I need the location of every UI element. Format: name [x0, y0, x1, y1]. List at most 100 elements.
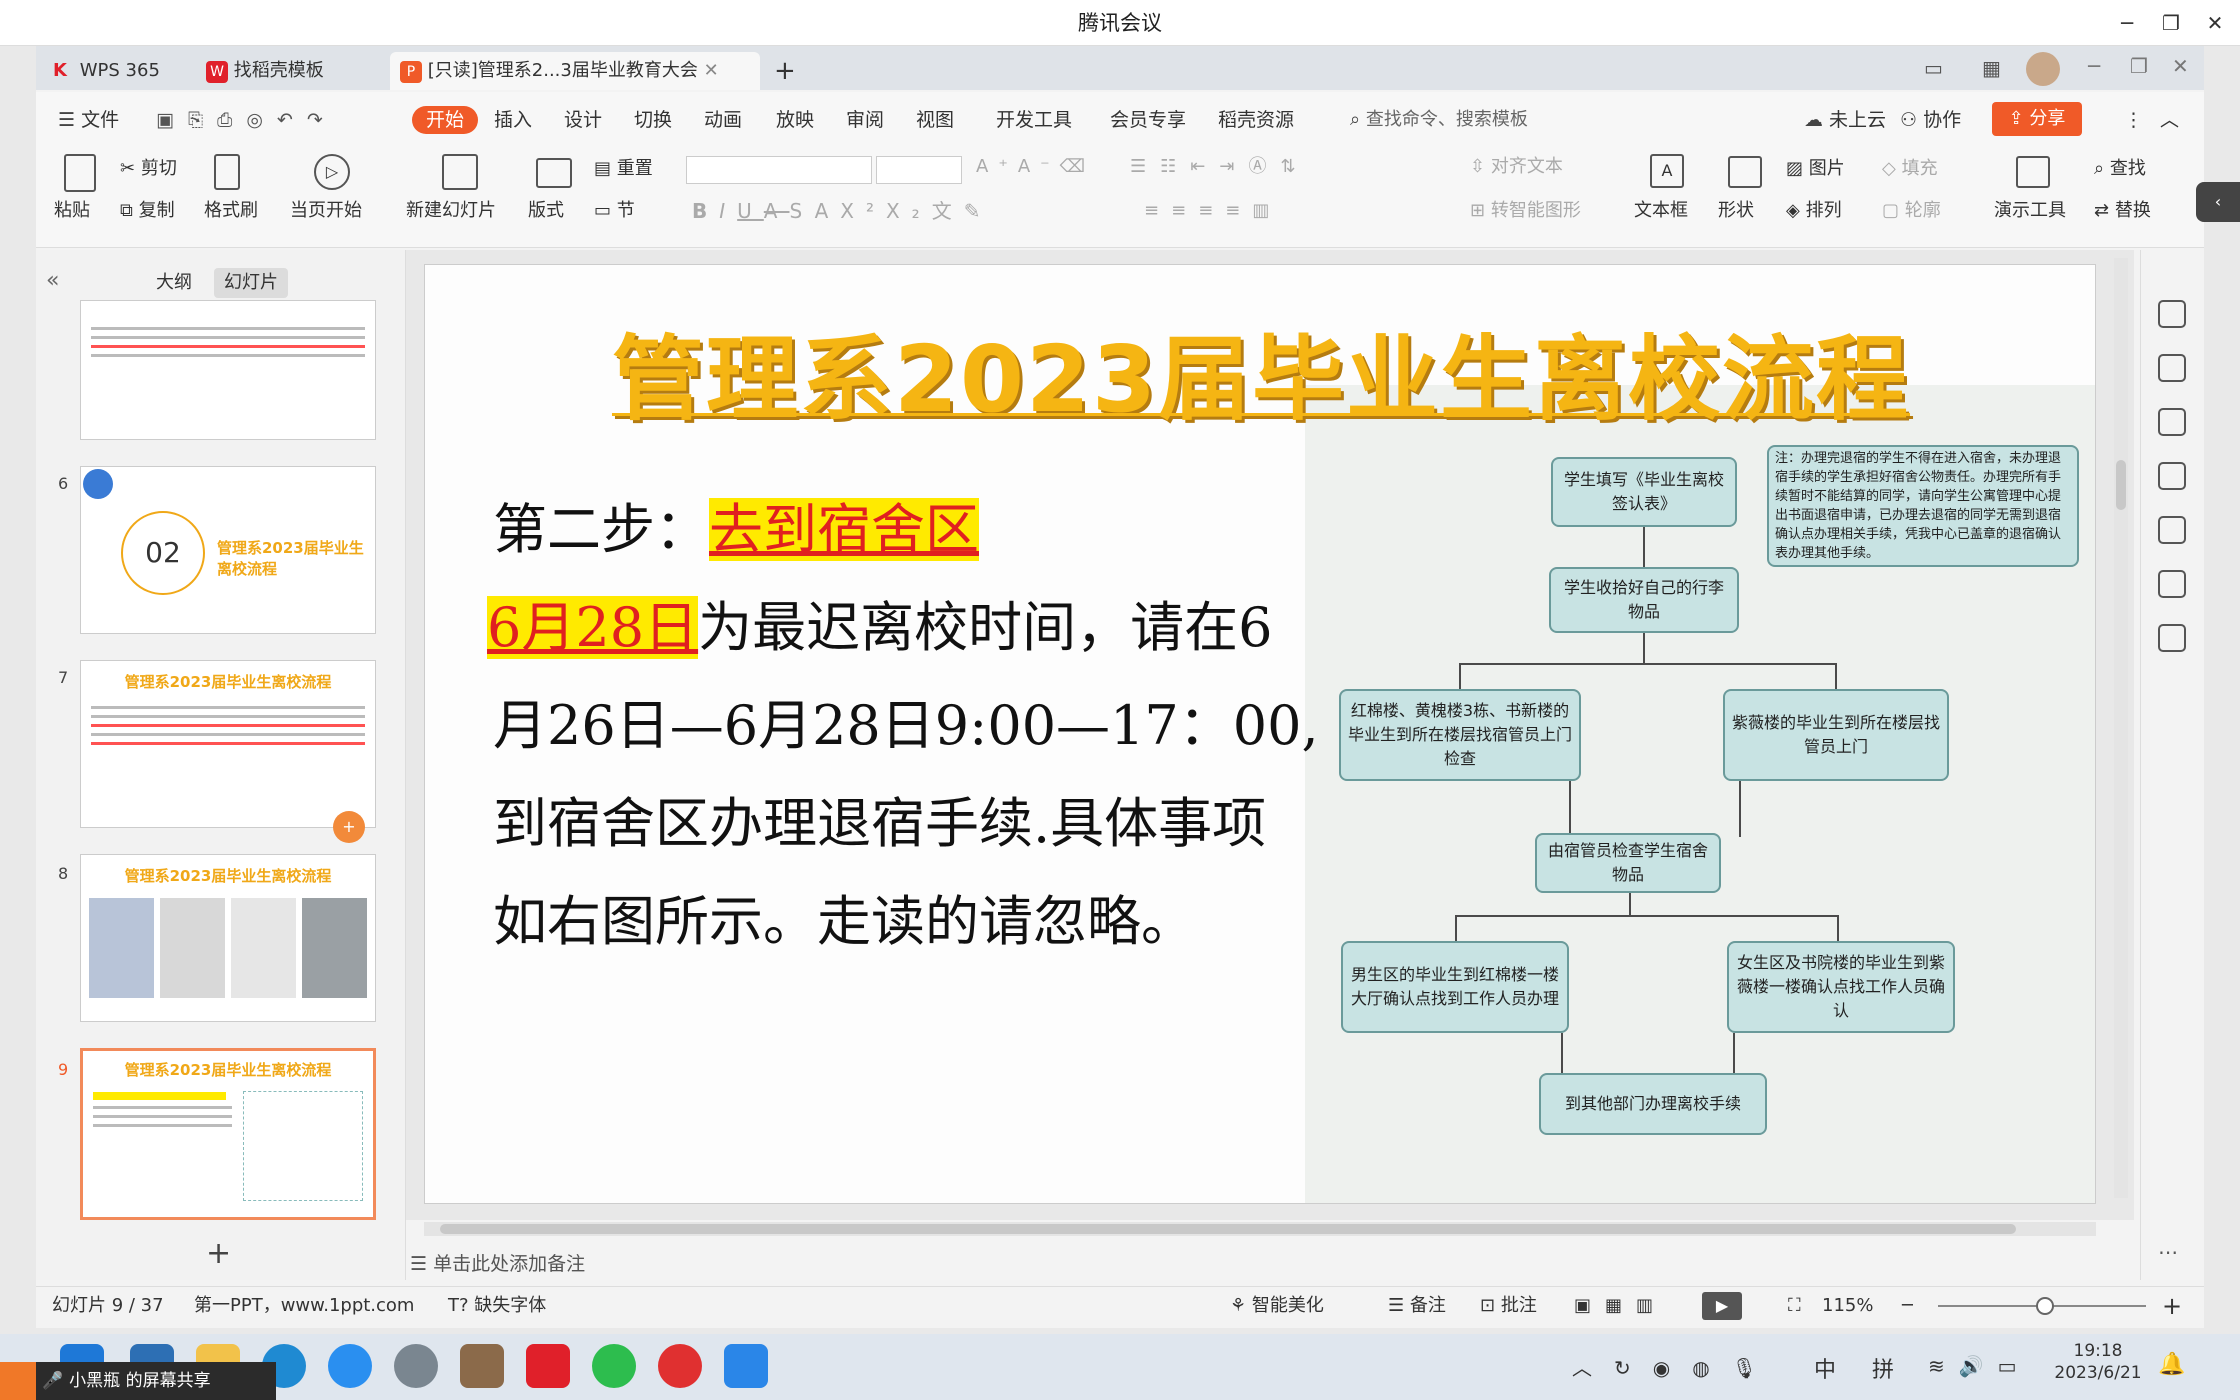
flow-node-fill-form[interactable]: 学生填写《毕业生离校签认表》	[1551, 457, 1737, 527]
sorter-view-icon[interactable]: ▦	[1605, 1295, 1636, 1316]
vertical-scrollbar[interactable]	[2114, 258, 2128, 1198]
side-collapse-icon[interactable]: ‹	[2196, 182, 2240, 222]
tab-docer-template[interactable]: W 找稻壳模板	[206, 52, 376, 90]
flow-node-inspect[interactable]: 由宿管员检查学生宿舍物品	[1535, 833, 1721, 893]
share-button[interactable]: ⇪ 分享	[1992, 102, 2082, 136]
flow-node-female-confirm[interactable]: 女生区及书院楼的毕业生到紫薇楼一楼确认点找工作人员确认	[1727, 941, 1955, 1033]
numbering-icon[interactable]: ☷	[1160, 156, 1190, 177]
more-options-icon[interactable]: ⋯	[2158, 1240, 2178, 1264]
present-tools-button[interactable]: 演示工具	[1994, 198, 2066, 224]
eraser-icon[interactable]: ⌫	[1060, 156, 1095, 177]
comment-toggle[interactable]: ⊡ 批注	[1480, 1292, 1537, 1320]
tab-design[interactable]: 设计	[564, 106, 602, 134]
book-icon[interactable]	[2158, 624, 2186, 652]
zoom-out-icon[interactable]: ─	[1902, 1292, 1913, 1320]
phonetic-icon[interactable]: 文	[932, 199, 964, 223]
smart-beautify-button[interactable]: ⚘ 智能美化	[1230, 1292, 1324, 1320]
avatar[interactable]	[2026, 52, 2060, 86]
slide-thumb-7[interactable]: 管理系2023届毕业生离校流程 +	[80, 660, 376, 843]
align-left-icon[interactable]: ≡	[1144, 200, 1171, 221]
body-line-4[interactable]: 如右图所示。走读的请忽略。	[493, 877, 1195, 956]
print-icon[interactable]: ⎙	[217, 109, 246, 131]
export-icon[interactable]: ⎘	[188, 109, 217, 131]
section-button[interactable]: ▭ 节	[594, 198, 635, 224]
align-center-icon[interactable]: ≡	[1171, 200, 1198, 221]
restore-button[interactable]: ❐	[2148, 0, 2194, 46]
hscroll-thumb[interactable]	[440, 1224, 2016, 1234]
system-tray[interactable]: ︿↻◉◍🎙	[1572, 1352, 1779, 1381]
screen-share-indicator[interactable]: 🎤 小黑瓶 的屏幕共享	[0, 1362, 276, 1400]
flow-node-final[interactable]: 到其他部门办理离校手续	[1539, 1073, 1767, 1135]
reset-button[interactable]: ▤ 重置	[594, 156, 653, 182]
tab-switch[interactable]: 切换	[634, 106, 672, 134]
tab-view[interactable]: 视图	[916, 106, 954, 134]
cut-button[interactable]: ✂ 剪切	[120, 156, 177, 182]
slide-title[interactable]: 管理系2023届毕业生离校流程	[425, 305, 2095, 438]
tab-document[interactable]: P [只读]管理系2...3届毕业教育大会 ✕	[390, 52, 760, 90]
add-slide-button[interactable]: +	[206, 1236, 231, 1271]
ime-chinese[interactable]: 中	[1814, 1352, 1836, 1384]
cloud-status[interactable]: ☁ 未上云	[1804, 106, 1886, 134]
tray-chevron-icon[interactable]: ︿	[1572, 1356, 1614, 1380]
tab-animation[interactable]: 动画	[704, 106, 742, 134]
notes-area[interactable]: ☰ 单击此处添加备注	[406, 1244, 2134, 1284]
collapse-ribbon-icon[interactable]: ︿	[2160, 106, 2179, 134]
italic-icon[interactable]: I	[719, 199, 737, 223]
picture-button[interactable]: ▨ 图片	[1786, 156, 1845, 182]
wechat-icon[interactable]	[592, 1344, 636, 1388]
step-heading[interactable]: 第二步：去到宿舍区	[493, 485, 979, 564]
redo-icon[interactable]: ↷	[307, 109, 337, 131]
notes-toggle[interactable]: ☰ 备注	[1388, 1292, 1446, 1320]
clock[interactable]: 19:18 2023/6/21	[2048, 1340, 2148, 1384]
align-text-button[interactable]: ⇳ 对齐文本	[1470, 154, 1563, 180]
preview-icon[interactable]: ◎	[246, 109, 277, 131]
play-icon[interactable]: ▷	[314, 154, 350, 190]
justify-icon[interactable]: ≡	[1225, 200, 1252, 221]
indent-dec-icon[interactable]: ⇤	[1190, 156, 1219, 177]
align-tools[interactable]: ≡≡≡≡▥	[1144, 198, 1281, 224]
animation-icon[interactable]	[2158, 570, 2186, 598]
meeting-icon[interactable]	[724, 1344, 768, 1388]
line-spacing-icon[interactable]: ⇅	[1280, 156, 1309, 177]
adjust-icon[interactable]	[2158, 354, 2186, 382]
body-line-3[interactable]: 到宿舍区办理退宿手续.具体事项	[493, 779, 1266, 858]
bullets-icon[interactable]: ☰	[1130, 156, 1160, 177]
new-tab-button[interactable]: +	[774, 52, 804, 90]
font-family-select[interactable]	[686, 156, 872, 184]
tab-insert[interactable]: 插入	[494, 106, 532, 134]
layout-icon[interactable]: ▭	[1924, 56, 1943, 80]
more-icon[interactable]: ⋮	[2124, 106, 2143, 134]
comment-icon[interactable]	[2158, 462, 2186, 490]
close-tab-icon[interactable]: ✕	[704, 52, 719, 90]
paste-icon[interactable]	[64, 154, 96, 192]
font-size-tools[interactable]: A⁺A⁻⌫	[976, 154, 1095, 180]
slide-canvas[interactable]: 管理系2023届毕业生离校流程 第二步：去到宿舍区 6月28日为最迟离校时间，请…	[424, 264, 2096, 1204]
app-minimize-icon[interactable]: ─	[2088, 54, 2100, 78]
shadow-icon[interactable]: S	[789, 199, 814, 223]
flow-note[interactable]: 注：办理完退宿的学生不得在进入宿舍，未办理退宿手续的学生承担好宿舍公物责任。办理…	[1767, 445, 2079, 567]
subscript-icon[interactable]: X₂	[886, 199, 932, 223]
app-close-icon[interactable]: ✕	[2172, 54, 2189, 78]
ie-browser-icon[interactable]	[328, 1344, 372, 1388]
shape-icon[interactable]	[1728, 156, 1762, 188]
flow-node-check-a[interactable]: 红棉楼、黄槐楼3栋、书新楼的毕业生到所在楼层找宿管员上门检查	[1339, 689, 1581, 781]
add-animation-icon[interactable]: +	[333, 811, 365, 843]
slide-thumb-5[interactable]	[80, 300, 376, 440]
apps-grid-icon[interactable]: ▦	[1982, 56, 2001, 80]
shrink-font-icon[interactable]: A⁻	[1018, 156, 1060, 177]
paste-button[interactable]: 粘贴	[54, 198, 90, 224]
missing-font-button[interactable]: T? 缺失字体	[448, 1292, 546, 1320]
bold-icon[interactable]: B	[692, 199, 719, 223]
command-search[interactable]: ⌕ 查找命令、搜索模板	[1350, 106, 1528, 134]
fit-window-icon[interactable]: ⛶	[1788, 1292, 1801, 1320]
slide-thumb-8[interactable]: 管理系2023届毕业生离校流程	[80, 854, 376, 1022]
image-icon[interactable]	[2158, 516, 2186, 544]
play-slideshow-button[interactable]: ▶	[1702, 1292, 1742, 1320]
tray-app-icon[interactable]: ◉	[1653, 1356, 1692, 1380]
zoom-slider-handle[interactable]	[2036, 1297, 2054, 1315]
smart-shape-button[interactable]: ⊞ 转智能图形	[1470, 198, 1581, 224]
slide-thumb-9-selected[interactable]: 管理系2023届毕业生离校流程	[80, 1048, 376, 1220]
font-color-icon[interactable]: A	[815, 199, 841, 223]
distribute-icon[interactable]: ▥	[1252, 200, 1281, 221]
quick-access-toolbar[interactable]: ▣⎘⎙◎↶↷	[156, 106, 337, 134]
